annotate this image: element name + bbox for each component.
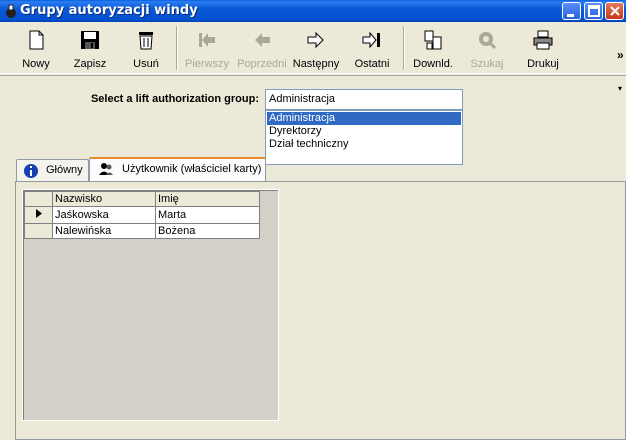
row-indicator [24,223,53,239]
maximize-button[interactable] [584,2,603,20]
app-icon [6,4,16,18]
cell-first-name[interactable]: Marta [155,206,260,224]
minimize-icon [567,14,574,17]
toolbar-separator [176,26,178,70]
users-table: Nazwisko Imię Jaśkowska Marta Nalewińska… [24,191,260,239]
first-record-icon [199,33,215,47]
tab-main-label: Główny [46,164,83,176]
info-icon [24,164,38,178]
last-label: Ostatni [354,58,390,70]
tab-users-label: Użytkownik (właściciel karty) [122,163,262,175]
group-option[interactable]: Dyrektorzy [267,125,461,138]
search-button[interactable]: Szukaj [462,26,512,72]
group-select-input[interactable]: Administracja [265,89,463,110]
new-label: Nowy [22,58,50,70]
new-document-icon [29,30,44,50]
window-title: Grupy autoryzacji windy [20,3,198,18]
download-label: Downld. [413,58,453,70]
trash-bin-icon [139,32,153,50]
current-row-indicator [24,206,53,224]
app-window: Grupy autoryzacji windy Nowy Zapisz Usuń… [0,0,626,442]
tab-main[interactable]: Główny [16,159,89,181]
next-record-icon [307,31,324,49]
tab-users[interactable]: Użytkownik (właściciel karty) [89,157,266,182]
previous-label: Poprzedni [237,58,287,70]
delete-label: Usuń [133,58,159,70]
previous-button[interactable]: Poprzedni [236,26,288,72]
next-label: Następny [292,58,340,70]
group-select-list[interactable]: Administracja Dyrektorzy Dział techniczn… [265,110,463,165]
close-icon [610,6,620,16]
table-row[interactable]: Nalewińska Bożena [24,223,260,239]
group-select-label: Select a lift authorization group: [90,93,259,105]
previous-record-icon [255,33,270,47]
maximize-icon [588,5,600,17]
search-label: Szukaj [470,58,504,70]
group-option[interactable]: Dział techniczny [267,138,461,151]
row-indicator-header [24,191,53,207]
group-option[interactable]: Administracja [267,112,461,125]
group-select-value: Administracja [269,93,336,105]
close-button[interactable] [605,2,624,20]
toolbar-dropdown-icon[interactable]: ▾ [618,84,622,93]
last-button[interactable]: Ostatni [346,26,398,72]
users-grid[interactable]: Nazwisko Imię Jaśkowska Marta Nalewińska… [22,189,279,421]
delete-button[interactable]: Usuń [120,26,172,72]
users-icon [99,163,113,175]
printer-icon [533,30,553,50]
last-record-icon [362,31,380,49]
table-header-row: Nazwisko Imię [24,191,260,207]
toolbar: Nowy Zapisz Usuń Pierwszy Poprzedni Nast… [0,22,626,93]
download-button[interactable]: Downld. [408,26,458,72]
first-button[interactable]: Pierwszy [182,26,232,72]
save-button[interactable]: Zapisz [64,26,116,72]
cell-first-name[interactable]: Bożena [155,223,260,239]
save-label: Zapisz [73,58,107,70]
column-header-first-name[interactable]: Imię [155,191,260,207]
row-pointer-icon [36,209,42,218]
floppy-disk-icon [81,31,99,49]
title-bar[interactable]: Grupy autoryzacji windy [0,0,626,22]
print-label: Drukuj [527,58,559,70]
search-icon [479,32,497,50]
toolbar-divider [0,75,626,83]
minimize-button[interactable] [562,2,581,20]
cell-surname[interactable]: Nalewińska [52,223,156,239]
download-icon [424,30,442,50]
first-label: Pierwszy [184,58,229,70]
print-button[interactable]: Drukuj [518,26,568,72]
cell-surname[interactable]: Jaśkowska [52,206,156,224]
table-row[interactable]: Jaśkowska Marta [24,206,260,224]
new-button[interactable]: Nowy [10,26,62,72]
toolbar-overflow-button[interactable]: » [617,48,624,62]
column-header-surname[interactable]: Nazwisko [52,191,156,207]
next-button[interactable]: Następny [290,26,342,72]
toolbar-separator [403,26,405,70]
